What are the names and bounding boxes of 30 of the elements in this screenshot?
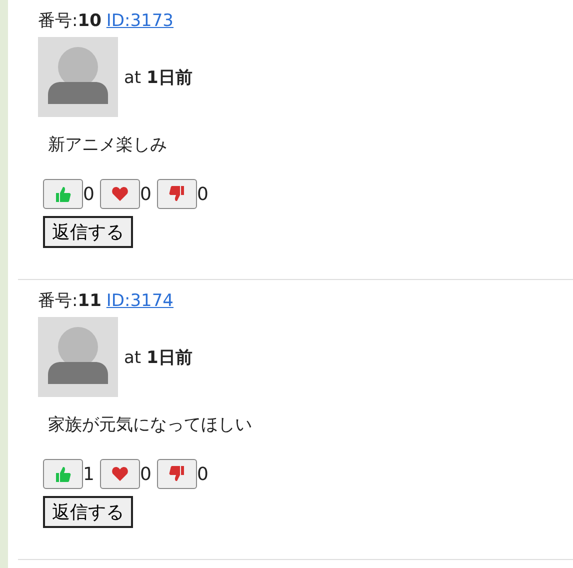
post-time: at 1日前 <box>124 66 192 88</box>
thumbs-down-icon <box>168 465 186 483</box>
heart-icon <box>111 185 129 203</box>
reaction-count: 1 <box>83 464 96 484</box>
reply-button[interactable]: 返信する <box>43 216 133 248</box>
post-number: 番号:10 <box>38 10 102 32</box>
reaction-count: 0 <box>83 184 96 204</box>
post-text: 家族が元気になってほしい <box>48 415 252 435</box>
post-text: 新アニメ楽しみ <box>48 135 167 155</box>
dislike-button[interactable] <box>157 459 197 489</box>
love-button[interactable] <box>100 459 140 489</box>
avatar-icon <box>38 317 118 397</box>
reaction-count: 0 <box>140 464 152 484</box>
thumbs-up-icon <box>54 185 72 203</box>
thumbs-up-icon <box>54 465 72 483</box>
dislike-button[interactable] <box>157 179 197 209</box>
thumbs-down-icon <box>168 185 186 203</box>
love-button[interactable] <box>100 179 140 209</box>
like-button[interactable] <box>43 179 83 209</box>
post-number: 番号:11 <box>38 290 102 312</box>
id-link[interactable]: ID:3173 <box>106 10 174 32</box>
heart-icon <box>111 465 129 483</box>
reaction-count: 0 <box>140 184 152 204</box>
post-time: at 1日前 <box>124 346 192 368</box>
reaction-count: 0 <box>197 184 210 204</box>
avatar-icon <box>38 37 118 117</box>
id-link[interactable]: ID:3174 <box>106 290 174 312</box>
reaction-count: 0 <box>197 464 210 484</box>
reply-button[interactable]: 返信する <box>43 496 133 528</box>
like-button[interactable] <box>43 459 83 489</box>
